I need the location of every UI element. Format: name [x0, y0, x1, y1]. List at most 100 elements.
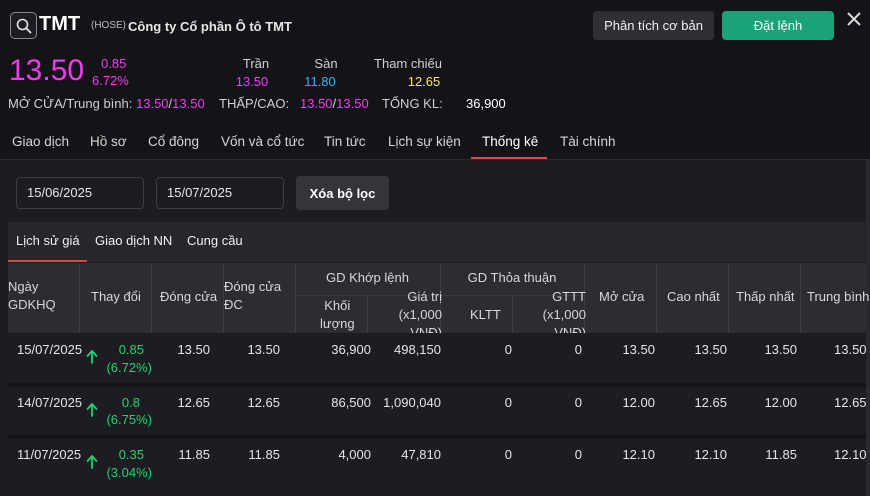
company-name: Công ty Cổ phần Ô tô TMT — [128, 19, 292, 34]
reference-label: Tham chiếu — [374, 56, 442, 71]
row-change-pct: (3.04%) — [106, 465, 152, 480]
row-high: 12.65 — [694, 395, 727, 410]
scrollbar[interactable] — [866, 160, 870, 496]
row-adj-close: 12.65 — [247, 395, 280, 410]
row-adj-close: 11.85 — [248, 447, 280, 462]
low-high-label: THẤP/CAO: — [219, 96, 290, 111]
exchange-label: (HOSE) — [91, 20, 126, 31]
row-close: 12.65 — [177, 395, 210, 410]
tab-shareholders[interactable]: Cổ đông — [148, 134, 199, 149]
col-divider — [151, 263, 152, 333]
fundamental-analysis-button[interactable]: Phân tích cơ bản — [593, 11, 714, 40]
row-open: 12.00 — [622, 395, 655, 410]
ceiling-label: Trần — [242, 56, 270, 71]
open-price: 13.50 — [136, 96, 169, 111]
close-icon[interactable] — [844, 9, 864, 29]
price-change: 0.85 — [101, 56, 127, 71]
ceiling-price: 13.50 — [235, 74, 269, 89]
row-close: 13.50 — [177, 342, 210, 357]
tab-news[interactable]: Tin tức — [324, 134, 366, 149]
col-divider — [79, 263, 80, 333]
tab-profile[interactable]: Hồ sơ — [90, 134, 127, 149]
row-high: 13.50 — [694, 342, 727, 357]
row-change: 0.8 — [121, 395, 140, 410]
row-date: 15/07/2025 — [17, 342, 83, 357]
header-deal-volume: KLTT — [470, 307, 501, 322]
row-close: 11.85 — [178, 447, 210, 462]
open-avg-label: MỞ CỬA/Trung bình: — [8, 96, 133, 111]
row-deal-value: 0 — [574, 342, 582, 357]
row-deal-volume: 0 — [504, 342, 512, 357]
row-volume: 36,900 — [331, 342, 371, 357]
row-change-pct: (6.72%) — [106, 360, 152, 375]
tab-statistics[interactable]: Thống kê — [482, 134, 538, 149]
low-high-values: 13.50/13.50 — [300, 96, 369, 111]
table-row[interactable] — [8, 333, 866, 383]
header-adj-close: Đóng cửa ĐC — [224, 279, 282, 312]
row-avg: 12.10 — [834, 447, 867, 462]
to-date-input[interactable]: 15/07/2025 — [156, 177, 284, 209]
col-divider — [367, 296, 368, 333]
subtab-price-history[interactable]: Lịch sử giá — [16, 233, 80, 248]
active-subtab-indicator — [8, 260, 87, 262]
reference-price: 12.65 — [407, 74, 441, 89]
col-divider — [512, 296, 513, 333]
clear-filter-button[interactable]: Xóa bộ lọc — [296, 176, 389, 210]
row-value: 498,150 — [394, 342, 441, 357]
arrow-up-icon — [86, 455, 98, 472]
row-high: 12.10 — [694, 447, 727, 462]
row-volume: 86,500 — [331, 395, 371, 410]
header-close: Đóng cửa — [160, 289, 218, 304]
tab-events[interactable]: Lịch sự kiện — [388, 134, 461, 149]
row-volume: 4,000 — [338, 447, 371, 462]
total-volume: 36,900 — [466, 96, 506, 111]
current-price: 13.50 — [9, 54, 85, 87]
tab-financials[interactable]: Tài chính — [560, 134, 616, 149]
row-date: 14/07/2025 — [17, 395, 83, 410]
subtab-foreign-trading[interactable]: Giao dịch NN — [95, 233, 172, 248]
active-tab-indicator — [471, 157, 547, 159]
place-order-button[interactable]: Đặt lệnh — [722, 11, 834, 40]
row-low: 12.00 — [764, 395, 797, 410]
row-change: 0.85 — [118, 342, 144, 357]
from-date-input[interactable]: 15/06/2025 — [16, 177, 144, 209]
avg-price: 13.50 — [172, 96, 205, 111]
header-high: Cao nhất — [667, 289, 720, 304]
tab-capital-dividends[interactable]: Vốn và cổ tức — [221, 134, 304, 149]
total-volume-label: TỔNG KL: — [382, 96, 443, 111]
header-open: Mở cửa — [599, 289, 645, 304]
row-open: 12.10 — [622, 447, 655, 462]
row-low: 11.85 — [765, 447, 797, 462]
open-avg-values: 13.50/13.50 — [136, 96, 205, 111]
row-adj-close: 13.50 — [247, 342, 280, 357]
high-price: 13.50 — [336, 96, 369, 111]
arrow-up-icon — [86, 403, 98, 420]
row-deal-volume: 0 — [504, 447, 512, 462]
row-low: 13.50 — [764, 342, 797, 357]
header-date: Ngày GDKHQ — [8, 279, 56, 312]
row-open: 13.50 — [622, 342, 655, 357]
ticker-symbol: TMT — [39, 13, 81, 35]
row-avg: 12.65 — [834, 395, 867, 410]
header-matched-group: GD Khớp lệnh — [326, 270, 409, 285]
subtab-supply-demand[interactable]: Cung cầu — [187, 233, 243, 248]
search-icon — [16, 18, 32, 34]
col-divider — [728, 263, 729, 333]
header-avg: Trung bình — [807, 289, 870, 304]
tab-trading[interactable]: Giao dịch — [12, 134, 69, 149]
row-avg: 13.50 — [834, 342, 867, 357]
row-date: 11/07/2025 — [17, 447, 82, 462]
search-button[interactable] — [10, 12, 37, 39]
header-deal-group: GD Thỏa thuận — [467, 270, 557, 285]
arrow-up-icon — [86, 350, 98, 367]
low-price: 13.50 — [300, 96, 333, 111]
col-divider — [800, 263, 801, 333]
row-deal-volume: 0 — [504, 395, 512, 410]
header-matched-volume: Khối lượng — [320, 298, 355, 331]
row-change: 0.35 — [118, 447, 144, 462]
header-low: Thấp nhất — [736, 289, 795, 304]
row-deal-value: 0 — [574, 447, 582, 462]
price-change-pct: 6.72% — [92, 73, 129, 88]
col-divider — [656, 263, 657, 333]
row-value: 1,090,040 — [383, 395, 441, 410]
